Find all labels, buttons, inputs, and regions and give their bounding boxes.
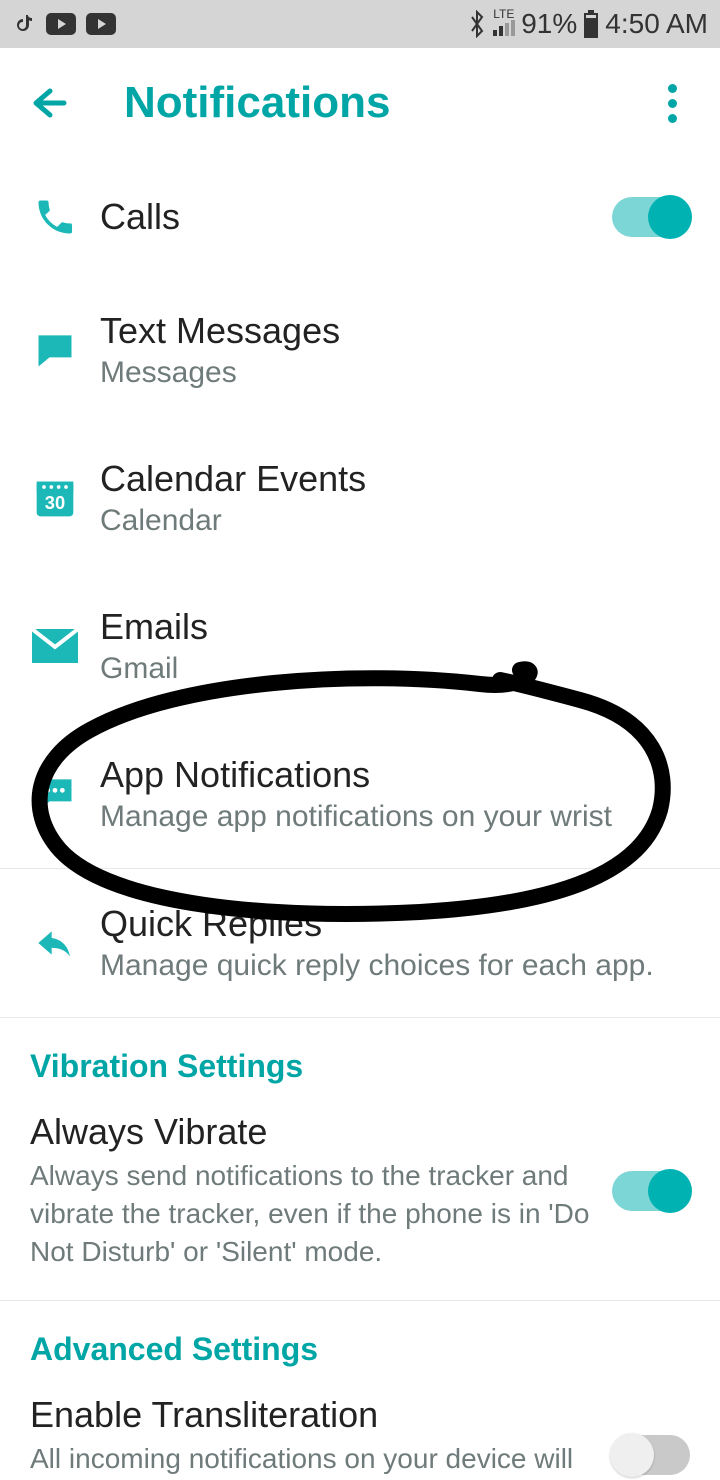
calls-title: Calls [100, 196, 612, 238]
calls-toggle[interactable] [612, 197, 690, 237]
calendar-sub: Calendar [100, 504, 690, 538]
status-bar: LTE 91% 4:50 AM [0, 0, 720, 48]
page-title: Notifications [124, 78, 648, 128]
app-notifications-icon [30, 769, 80, 819]
row-texts[interactable]: Text Messages Messages [0, 276, 720, 424]
row-transliteration[interactable]: Enable Transliteration All incoming noti… [0, 1386, 720, 1480]
row-calls[interactable]: Calls [0, 158, 720, 276]
youtube-icon [46, 13, 76, 35]
tiktok-icon [12, 12, 36, 36]
status-right: LTE 91% 4:50 AM [467, 8, 708, 40]
always-vibrate-title: Always Vibrate [30, 1111, 596, 1153]
svg-text:30: 30 [45, 492, 65, 513]
apps-sub: Manage app notifications on your wrist [100, 800, 690, 834]
vibration-heading: Vibration Settings [0, 1018, 720, 1103]
status-left [12, 12, 116, 36]
battery-percent: 91% [521, 8, 577, 40]
battery-icon [583, 10, 599, 38]
apps-title: App Notifications [100, 754, 690, 796]
translit-toggle[interactable] [612, 1435, 690, 1475]
youtube-icon-2 [86, 13, 116, 35]
calendar-icon: 30 [30, 473, 80, 523]
clock-text: 4:50 AM [605, 8, 708, 40]
calendar-title: Calendar Events [100, 458, 690, 500]
bluetooth-icon [467, 10, 487, 38]
row-emails[interactable]: Emails Gmail [0, 572, 720, 720]
emails-sub: Gmail [100, 652, 690, 686]
message-icon [30, 325, 80, 375]
emails-title: Emails [100, 606, 690, 648]
row-quick-replies[interactable]: Quick Replies Manage quick reply choices… [0, 869, 720, 1017]
translit-sub: All incoming notifications on your devic… [30, 1440, 596, 1480]
translit-title: Enable Transliteration [30, 1394, 596, 1436]
always-vibrate-toggle[interactable] [612, 1171, 690, 1211]
email-icon [30, 621, 80, 671]
reply-icon [30, 918, 80, 968]
back-button[interactable] [24, 79, 72, 127]
always-vibrate-sub: Always send notifications to the tracker… [30, 1157, 596, 1270]
texts-sub: Messages [100, 356, 690, 390]
signal-icon: LTE [493, 8, 515, 36]
quick-title: Quick Replies [100, 903, 690, 945]
texts-title: Text Messages [100, 310, 690, 352]
app-bar: Notifications [0, 48, 720, 158]
phone-icon [30, 192, 80, 242]
advanced-heading: Advanced Settings [0, 1301, 720, 1386]
quick-sub: Manage quick reply choices for each app. [100, 949, 690, 983]
row-app-notifications[interactable]: App Notifications Manage app notificatio… [0, 720, 720, 868]
settings-list: Calls Text Messages Messages 30 Calendar… [0, 158, 720, 1480]
row-calendar[interactable]: 30 Calendar Events Calendar [0, 424, 720, 572]
more-menu-button[interactable] [648, 79, 696, 127]
row-always-vibrate[interactable]: Always Vibrate Always send notifications… [0, 1103, 720, 1300]
